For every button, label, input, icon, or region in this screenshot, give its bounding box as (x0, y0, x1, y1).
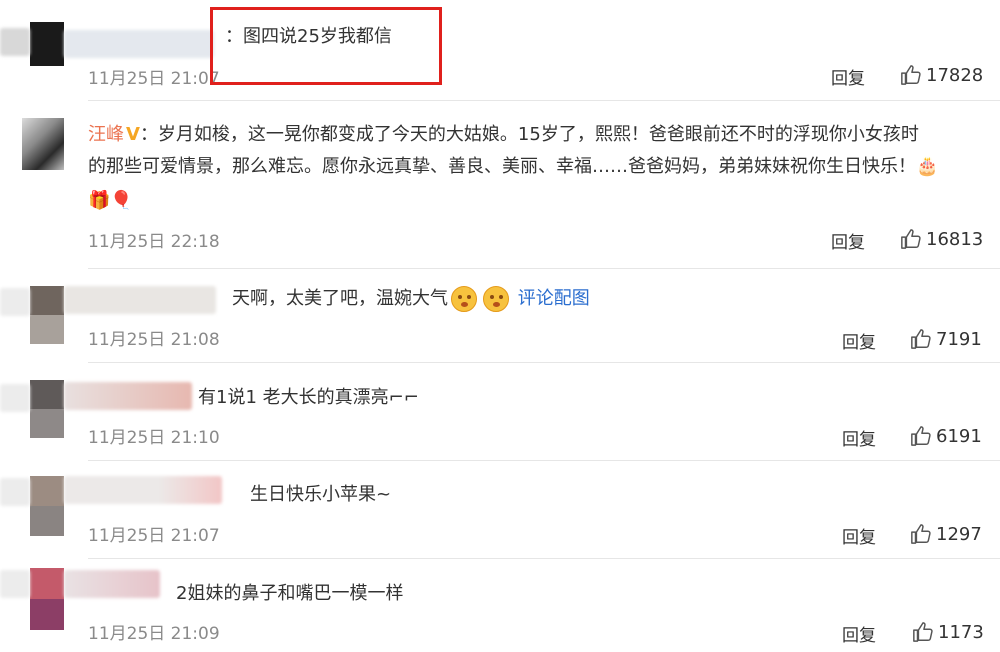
comment-2: 汪峰 V：岁月如梭，这一晃你都变成了今天的大姑娘。15岁了，熙熙！爸爸眼前还不时的… (0, 100, 1000, 268)
thumbs-up-icon (911, 426, 931, 446)
comment-text: 天啊，太美了吧，温婉大气 评论配图 (232, 286, 590, 312)
reply-button[interactable]: 回复 (831, 228, 865, 253)
timestamp: 11月25日 22:18 (88, 232, 220, 252)
surprised-face-emoji-icon (451, 286, 477, 312)
username-blurred (0, 288, 30, 316)
timestamp: 11月25日 21:07 (88, 69, 220, 89)
username-blurred (0, 570, 30, 598)
timestamp: 11月25日 21:08 (88, 330, 220, 350)
username-blurred (64, 30, 214, 58)
like-button[interactable]: 17828 (900, 64, 983, 86)
timestamp: 11月25日 21:10 (88, 428, 220, 448)
comment-6: 2姐妹的鼻子和嘴巴一模一样 11月25日 21:09 回复 1173 (0, 558, 1000, 652)
like-button[interactable]: 6191 (910, 425, 982, 447)
comment-text: 生日快乐小苹果~ (250, 484, 392, 505)
like-count: 6191 (936, 425, 982, 447)
comment-text-line-2: 的那些可爱情景，那么难忘。愿你永远真挚、善良、美丽、幸福……爸爸妈妈，弟弟妹妹祝… (88, 156, 939, 177)
reply-button[interactable]: 回复 (842, 328, 876, 353)
username[interactable]: 汪峰 (88, 124, 124, 145)
avatar[interactable] (30, 22, 64, 66)
like-count: 16813 (926, 228, 984, 250)
thumbs-up-icon (901, 65, 921, 85)
like-count: 1297 (936, 523, 982, 545)
avatar[interactable] (22, 118, 64, 170)
comment-4: 有1说1 老大长的真漂亮⌐⌐ 11月25日 21:10 回复 6191 (0, 362, 1000, 460)
thumbs-up-icon (913, 622, 933, 642)
comment-text: 2姐妹的鼻子和嘴巴一模一样 (176, 583, 404, 604)
like-count: 1173 (938, 621, 984, 643)
avatar[interactable] (30, 568, 64, 630)
comment-text-line-3: 🎁🎈 (88, 190, 133, 211)
username-blurred (0, 478, 30, 506)
avatar[interactable] (30, 380, 64, 438)
highlight-box (210, 7, 442, 85)
reply-button[interactable]: 回复 (842, 621, 876, 646)
username-blurred (0, 28, 30, 56)
username-blurred (64, 382, 192, 410)
comment-pic-link[interactable]: 评论配图 (518, 288, 590, 309)
timestamp: 11月25日 21:07 (88, 526, 220, 546)
username-blurred (64, 570, 160, 598)
reply-button[interactable]: 回复 (842, 425, 876, 450)
like-button[interactable]: 7191 (910, 328, 982, 350)
thumbs-up-icon (911, 329, 931, 349)
reply-button[interactable]: 回复 (831, 64, 865, 89)
thumbs-up-icon (911, 524, 931, 544)
comment-3: 天啊，太美了吧，温婉大气 评论配图 11月25日 21:08 回复 7191 (0, 268, 1000, 362)
username-blurred (0, 384, 30, 412)
avatar[interactable] (30, 286, 64, 344)
like-button[interactable]: 1297 (910, 523, 982, 545)
comment-text: 有1说1 老大长的真漂亮⌐⌐ (198, 387, 419, 408)
reply-button[interactable]: 回复 (842, 523, 876, 548)
username-blurred (64, 476, 222, 504)
thumbs-up-icon (901, 229, 921, 249)
username-blurred (64, 286, 216, 314)
comment-text-line-1: 汪峰 V：岁月如梭，这一晃你都变成了今天的大姑娘。15岁了，熙熙！爸爸眼前还不时的… (88, 124, 919, 145)
like-count: 7191 (936, 328, 982, 350)
comment-5: 生日快乐小苹果~ 11月25日 21:07 回复 1297 (0, 460, 1000, 558)
comment-1: ：图四说25岁我都信 11月25日 21:07 回复 17828 (0, 0, 1000, 100)
like-button[interactable]: 1173 (912, 621, 984, 643)
avatar[interactable] (30, 476, 64, 536)
like-count: 17828 (926, 64, 984, 86)
verified-badge-icon: V (126, 124, 140, 145)
like-button[interactable]: 16813 (900, 228, 983, 250)
timestamp: 11月25日 21:09 (88, 624, 220, 644)
surprised-face-emoji-icon (483, 286, 509, 312)
